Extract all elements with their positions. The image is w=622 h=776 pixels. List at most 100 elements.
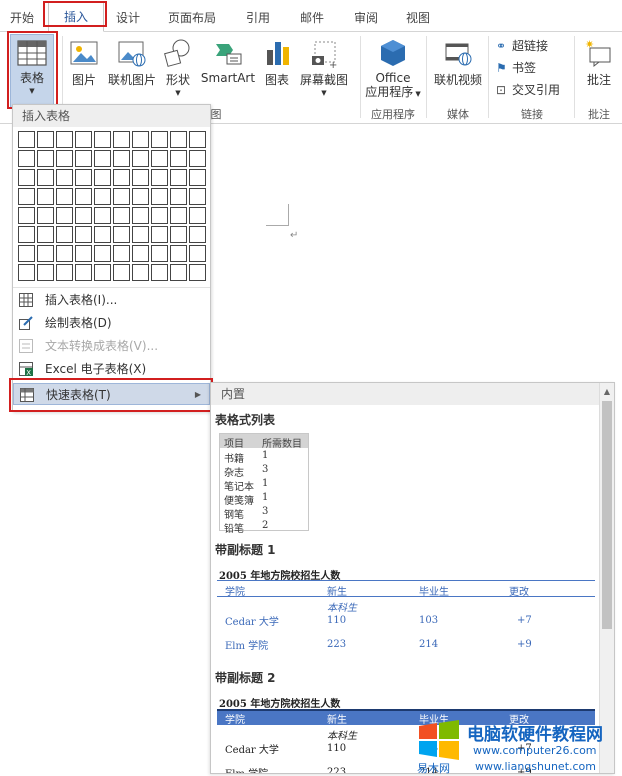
grid-cell[interactable] [113, 188, 130, 205]
menu-item-excel-spreadsheet[interactable]: X Excel 电子表格(X) [13, 358, 210, 380]
grid-cell[interactable] [75, 150, 92, 167]
online-video-button[interactable]: 联机视频 [430, 36, 486, 88]
grid-cell[interactable] [170, 226, 187, 243]
grid-cell[interactable] [151, 188, 168, 205]
grid-cell[interactable] [75, 131, 92, 148]
grid-cell[interactable] [56, 150, 73, 167]
online-picture-button[interactable]: 联机图片 [104, 36, 160, 88]
grid-cell[interactable] [113, 150, 130, 167]
grid-cell[interactable] [56, 245, 73, 262]
grid-cell[interactable] [170, 264, 187, 281]
grid-cell[interactable] [75, 245, 92, 262]
grid-cell[interactable] [56, 207, 73, 224]
smartart-button[interactable]: SmartArt [198, 36, 258, 85]
hyperlink-button[interactable]: ⚭ 超链接 [496, 36, 548, 56]
grid-cell[interactable] [132, 226, 149, 243]
grid-cell[interactable] [75, 264, 92, 281]
grid-cell[interactable] [132, 245, 149, 262]
grid-cell[interactable] [132, 207, 149, 224]
grid-cell[interactable] [18, 169, 35, 186]
grid-cell[interactable] [94, 188, 111, 205]
grid-cell[interactable] [75, 169, 92, 186]
grid-cell[interactable] [151, 226, 168, 243]
grid-cell[interactable] [37, 188, 54, 205]
office-apps-button[interactable]: Office 应用程序 ▼ [362, 36, 424, 101]
grid-cell[interactable] [170, 245, 187, 262]
chart-button[interactable]: 图表 [260, 36, 294, 88]
grid-cell[interactable] [18, 207, 35, 224]
grid-cell[interactable] [56, 264, 73, 281]
grid-cell[interactable] [37, 131, 54, 148]
grid-cell[interactable] [189, 245, 206, 262]
grid-cell[interactable] [151, 131, 168, 148]
grid-cell[interactable] [94, 264, 111, 281]
grid-cell[interactable] [189, 226, 206, 243]
grid-cell[interactable] [94, 207, 111, 224]
screenshot-button[interactable]: + 屏幕截图 ▼ [296, 36, 352, 98]
menu-item-draw-table[interactable]: 绘制表格(D) [13, 312, 210, 334]
picture-button[interactable]: 图片 [66, 36, 102, 88]
grid-cell[interactable] [113, 131, 130, 148]
scroll-up-icon[interactable]: ▲ [600, 385, 614, 399]
grid-cell[interactable] [18, 264, 35, 281]
grid-cell[interactable] [75, 207, 92, 224]
tab-home[interactable]: 开始 [8, 8, 36, 30]
grid-cell[interactable] [132, 169, 149, 186]
grid-cell[interactable] [170, 131, 187, 148]
tab-mailings[interactable]: 邮件 [296, 8, 328, 30]
grid-cell[interactable] [151, 150, 168, 167]
grid-cell[interactable] [113, 169, 130, 186]
grid-cell[interactable] [75, 188, 92, 205]
grid-cell[interactable] [94, 226, 111, 243]
grid-cell[interactable] [151, 169, 168, 186]
grid-cell[interactable] [113, 207, 130, 224]
with-subheads-1-preview[interactable]: 2005 年地方院校招生人数 学院 新生 毕业生 更改 本科生 Cedar 大学… [217, 561, 597, 653]
cross-reference-button[interactable]: ⊡ 交叉引用 [496, 80, 560, 100]
grid-cell[interactable] [151, 264, 168, 281]
grid-cell[interactable] [189, 188, 206, 205]
grid-cell[interactable] [151, 245, 168, 262]
grid-cell[interactable] [94, 245, 111, 262]
grid-cell[interactable] [132, 264, 149, 281]
grid-cell[interactable] [18, 150, 35, 167]
menu-item-insert-table[interactable]: 插入表格(I)... [13, 289, 210, 311]
grid-cell[interactable] [18, 188, 35, 205]
grid-cell[interactable] [113, 245, 130, 262]
grid-cell[interactable] [94, 169, 111, 186]
tab-design[interactable]: 设计 [112, 8, 144, 30]
tab-insert[interactable]: 插入 [48, 2, 104, 32]
grid-cell[interactable] [37, 150, 54, 167]
gallery-scrollbar[interactable]: ▲ [599, 383, 614, 773]
grid-cell[interactable] [37, 169, 54, 186]
scrollbar-thumb[interactable] [602, 401, 612, 629]
grid-cell[interactable] [37, 207, 54, 224]
grid-cell[interactable] [189, 150, 206, 167]
grid-cell[interactable] [18, 131, 35, 148]
tab-review[interactable]: 审阅 [350, 8, 382, 30]
menu-item-convert-text-to-table[interactable]: 文本转换成表格(V)... [13, 335, 210, 357]
grid-cell[interactable] [151, 207, 168, 224]
grid-cell[interactable] [170, 207, 187, 224]
grid-cell[interactable] [37, 245, 54, 262]
comment-button[interactable]: ✷ 批注 [580, 36, 618, 88]
tabular-list-preview[interactable]: 项目 所需数目 书籍 1 杂志 3 笔记本 1 便笺簿 1 钢笔 3 铅笔 2 [219, 433, 309, 535]
grid-cell[interactable] [56, 226, 73, 243]
grid-cell[interactable] [189, 131, 206, 148]
grid-cell[interactable] [170, 169, 187, 186]
grid-cell[interactable] [37, 226, 54, 243]
tab-view[interactable]: 视图 [402, 8, 434, 30]
grid-cell[interactable] [113, 264, 130, 281]
grid-cell[interactable] [18, 226, 35, 243]
grid-cell[interactable] [132, 131, 149, 148]
grid-cell[interactable] [56, 169, 73, 186]
grid-cell[interactable] [189, 264, 206, 281]
grid-cell[interactable] [75, 226, 92, 243]
grid-cell[interactable] [113, 226, 130, 243]
grid-cell[interactable] [37, 264, 54, 281]
bookmark-button[interactable]: ⚑ 书签 [496, 58, 536, 78]
grid-cell[interactable] [189, 169, 206, 186]
grid-cell[interactable] [94, 131, 111, 148]
grid-cell[interactable] [132, 150, 149, 167]
shapes-button[interactable]: 形状 ▼ [162, 36, 194, 98]
grid-cell[interactable] [56, 131, 73, 148]
